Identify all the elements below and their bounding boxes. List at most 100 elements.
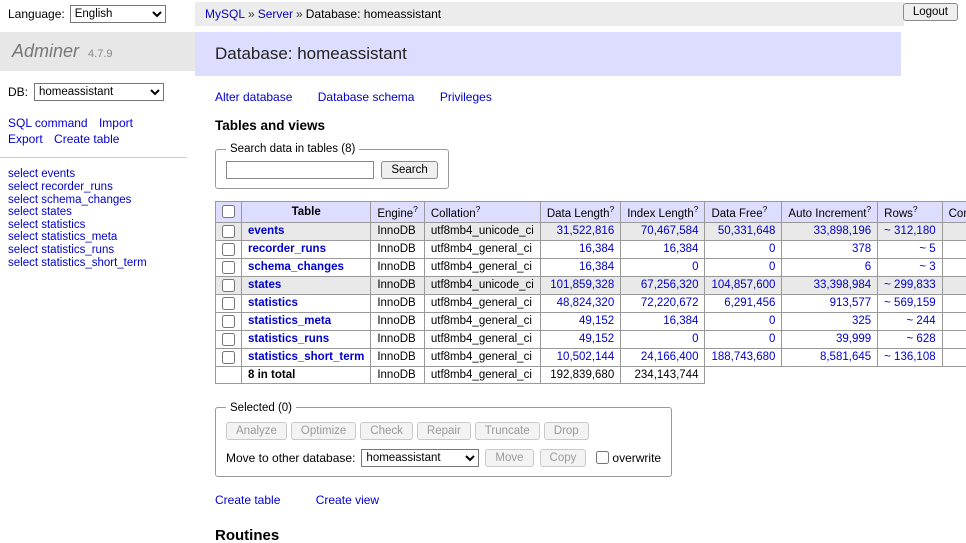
overwrite-checkbox[interactable] bbox=[596, 451, 609, 464]
auto-increment-link[interactable]: 325 bbox=[788, 315, 871, 327]
row-checkbox[interactable] bbox=[222, 351, 235, 364]
auto-increment-link[interactable]: 33,398,984 bbox=[788, 279, 871, 291]
data-length-link[interactable]: 10,502,144 bbox=[547, 351, 614, 363]
data-length-link[interactable]: 49,152 bbox=[547, 315, 614, 327]
sidebar-select-statistics-meta[interactable]: select statistics_meta bbox=[8, 231, 117, 243]
breadcrumb-server-link[interactable]: Server bbox=[258, 7, 293, 21]
auto-increment-link[interactable]: 33,898,196 bbox=[788, 225, 871, 237]
data-free-link[interactable]: 0 bbox=[711, 243, 775, 255]
data-free-link[interactable]: 0 bbox=[711, 261, 775, 273]
rows-count-link[interactable]: ~ 299,833 bbox=[884, 279, 935, 291]
export-link[interactable]: Export bbox=[8, 132, 43, 146]
repair-button[interactable]: Repair bbox=[417, 422, 471, 440]
row-checkbox[interactable] bbox=[222, 315, 235, 328]
sidebar-select-events[interactable]: select events bbox=[8, 168, 75, 180]
row-checkbox[interactable] bbox=[222, 261, 235, 274]
data-length-link[interactable]: 101,859,328 bbox=[547, 279, 614, 291]
column-header-engine: Engine? bbox=[371, 202, 425, 223]
app-name[interactable]: Adminer bbox=[12, 41, 79, 61]
rows-count-link[interactable]: ~ 5 bbox=[884, 243, 935, 255]
row-checkbox[interactable] bbox=[222, 333, 235, 346]
index-length-link[interactable]: 0 bbox=[627, 261, 698, 273]
row-checkbox[interactable] bbox=[222, 279, 235, 292]
index-length-link[interactable]: 24,166,400 bbox=[627, 351, 698, 363]
column-header-index-length: Index Length? bbox=[621, 202, 705, 223]
sidebar-select-schema-changes[interactable]: select schema_changes bbox=[8, 194, 131, 206]
create-view-link[interactable]: Create view bbox=[316, 493, 379, 507]
rows-count-link[interactable]: ~ 3 bbox=[884, 261, 935, 273]
search-input[interactable] bbox=[226, 161, 374, 179]
rows-count-link[interactable]: ~ 312,180 bbox=[884, 225, 935, 237]
db-select[interactable]: homeassistant bbox=[34, 83, 164, 101]
auto-increment-link[interactable]: 378 bbox=[788, 243, 871, 255]
alter-database-link[interactable]: Alter database bbox=[215, 90, 292, 104]
overwrite-label: overwrite bbox=[612, 451, 661, 465]
move-database-select[interactable]: homeassistant bbox=[361, 449, 479, 467]
data-length-link[interactable]: 16,384 bbox=[547, 261, 614, 273]
index-length-link[interactable]: 67,256,320 bbox=[627, 279, 698, 291]
data-free-link[interactable]: 188,743,680 bbox=[711, 351, 775, 363]
move-button[interactable]: Move bbox=[485, 449, 533, 467]
optimize-button[interactable]: Optimize bbox=[291, 422, 356, 440]
sql-command-link[interactable]: SQL command bbox=[8, 116, 88, 130]
sidebar-select-statistics-runs[interactable]: select statistics_runs bbox=[8, 244, 114, 256]
index-length-link[interactable]: 72,220,672 bbox=[627, 297, 698, 309]
row-checkbox[interactable] bbox=[222, 297, 235, 310]
select-all-checkbox[interactable] bbox=[222, 205, 235, 218]
table-total-row: 8 in total InnoDB utf8mb4_general_ci 192… bbox=[216, 366, 966, 383]
data-free-link[interactable]: 104,857,600 bbox=[711, 279, 775, 291]
rows-count-link[interactable]: ~ 569,159 bbox=[884, 297, 935, 309]
data-free-link[interactable]: 6,291,456 bbox=[711, 297, 775, 309]
table-name-link[interactable]: statistics_short_term bbox=[248, 351, 364, 363]
index-length-link[interactable]: 16,384 bbox=[627, 243, 698, 255]
auto-increment-link[interactable]: 6 bbox=[788, 261, 871, 273]
data-length-link[interactable]: 16,384 bbox=[547, 243, 614, 255]
table-name-link[interactable]: recorder_runs bbox=[248, 243, 326, 255]
language-select[interactable]: English bbox=[70, 5, 166, 23]
data-length-link[interactable]: 31,522,816 bbox=[547, 225, 614, 237]
import-link[interactable]: Import bbox=[99, 116, 133, 130]
auto-increment-link[interactable]: 39,999 bbox=[788, 333, 871, 345]
drop-button[interactable]: Drop bbox=[544, 422, 589, 440]
data-free-link[interactable]: 0 bbox=[711, 333, 775, 345]
rows-count-link[interactable]: ~ 244 bbox=[884, 315, 935, 327]
routines-section-title: Routines bbox=[215, 527, 946, 543]
auto-increment-link[interactable]: 913,577 bbox=[788, 297, 871, 309]
sidebar-select-statistics[interactable]: select statistics bbox=[8, 219, 85, 231]
logout-button[interactable]: Logout bbox=[903, 3, 958, 21]
rows-count-link[interactable]: ~ 628 bbox=[884, 333, 935, 345]
copy-button[interactable]: Copy bbox=[540, 449, 587, 467]
table-name-link[interactable]: statistics_runs bbox=[248, 333, 329, 345]
check-button[interactable]: Check bbox=[360, 422, 413, 440]
truncate-button[interactable]: Truncate bbox=[475, 422, 540, 440]
table-name-link[interactable]: events bbox=[248, 225, 284, 237]
row-checkbox[interactable] bbox=[222, 243, 235, 256]
data-free-link[interactable]: 0 bbox=[711, 315, 775, 327]
sidebar-select-statistics-short-term[interactable]: select statistics_short_term bbox=[8, 257, 147, 269]
privileges-link[interactable]: Privileges bbox=[440, 90, 492, 104]
index-length-link[interactable]: 0 bbox=[627, 333, 698, 345]
breadcrumb-mysql-link[interactable]: MySQL bbox=[205, 7, 245, 21]
create-table-link[interactable]: Create table bbox=[54, 132, 119, 146]
index-length-link[interactable]: 16,384 bbox=[627, 315, 698, 327]
row-checkbox[interactable] bbox=[222, 225, 235, 238]
data-length-link[interactable]: 49,152 bbox=[547, 333, 614, 345]
sidebar-select-recorder-runs[interactable]: select recorder_runs bbox=[8, 181, 113, 193]
database-schema-link[interactable]: Database schema bbox=[318, 90, 415, 104]
table-name-link[interactable]: states bbox=[248, 279, 281, 291]
selected-legend: Selected (0) bbox=[226, 402, 296, 414]
list-item: select states bbox=[8, 206, 195, 219]
sidebar-select-states[interactable]: select states bbox=[8, 206, 72, 218]
data-free-link[interactable]: 50,331,648 bbox=[711, 225, 775, 237]
data-length-link[interactable]: 48,824,320 bbox=[547, 297, 614, 309]
create-table-link-bottom[interactable]: Create table bbox=[215, 493, 280, 507]
table-name-link[interactable]: statistics_meta bbox=[248, 315, 331, 327]
table-name-link[interactable]: schema_changes bbox=[248, 261, 344, 273]
column-header-table: Table bbox=[242, 202, 371, 223]
analyze-button[interactable]: Analyze bbox=[226, 422, 287, 440]
rows-count-link[interactable]: ~ 136,108 bbox=[884, 351, 935, 363]
search-button[interactable]: Search bbox=[381, 161, 437, 179]
index-length-link[interactable]: 70,467,584 bbox=[627, 225, 698, 237]
auto-increment-link[interactable]: 8,581,645 bbox=[788, 351, 871, 363]
table-name-link[interactable]: statistics bbox=[248, 297, 298, 309]
